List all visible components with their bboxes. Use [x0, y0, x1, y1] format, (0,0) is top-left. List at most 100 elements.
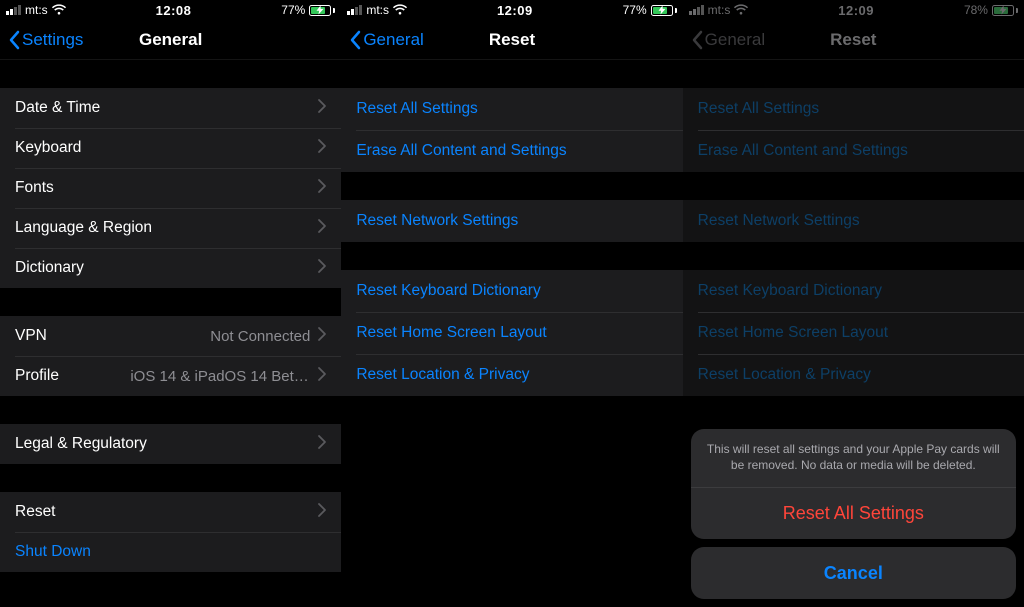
clock-time: 12:09 [497, 3, 533, 18]
row-label: Fonts [15, 179, 318, 197]
group-spacer [341, 60, 682, 88]
row-label: Keyboard [15, 139, 318, 157]
chevron-left-icon [8, 30, 20, 50]
status-bar: mt:s 12:08 77% [0, 0, 341, 20]
wifi-icon [393, 5, 407, 15]
chevron-right-icon [318, 99, 326, 118]
row-legal[interactable]: Legal & Regulatory [0, 424, 341, 464]
battery-percent: 77% [623, 3, 647, 17]
row-language[interactable]: Language & Region [0, 208, 341, 248]
reset-section-1: Reset Network Settings [341, 200, 682, 242]
reset-option: Reset All Settings [683, 88, 1024, 130]
row-label: Legal & Regulatory [15, 435, 318, 453]
reset-section-0: Reset All SettingsErase All Content and … [683, 88, 1024, 172]
chevron-right-icon [318, 219, 326, 238]
reset-section-2: Reset Keyboard DictionaryReset Home Scre… [341, 270, 682, 396]
group-legal: Legal & Regulatory [0, 424, 341, 464]
carrier-label: mt:s [25, 3, 48, 17]
battery-percent: 78% [964, 3, 988, 17]
reset-option[interactable]: Reset Network Settings [341, 200, 682, 242]
chevron-right-icon [318, 259, 326, 278]
reset-section-0: Reset All SettingsErase All Content and … [341, 88, 682, 172]
reset-option[interactable]: Reset All Settings [341, 88, 682, 130]
back-label: Settings [22, 30, 83, 50]
row-shutdown[interactable]: Shut Down [0, 532, 341, 572]
reset-all-settings-button[interactable]: Reset All Settings [691, 487, 1016, 539]
reset-section-1: Reset Network Settings [683, 200, 1024, 242]
clock-time: 12:09 [838, 3, 874, 18]
cellular-signal-icon [689, 5, 704, 15]
row-date-time[interactable]: Date & Time [0, 88, 341, 128]
row-dictionary[interactable]: Dictionary [0, 248, 341, 288]
group-spacer [683, 172, 1024, 200]
reset-option: Erase All Content and Settings [683, 130, 1024, 172]
battery-icon [309, 5, 335, 16]
back-button[interactable]: General [349, 30, 423, 50]
row-label: Shut Down [15, 543, 326, 561]
panel-reset: mt:s 12:09 77% General Reset Reset All S… [341, 0, 682, 607]
group-spacer [0, 60, 341, 88]
nav-bar: General Reset [341, 20, 682, 60]
row-label: Language & Region [15, 219, 318, 237]
nav-bar: General Reset [683, 20, 1024, 60]
back-button[interactable]: Settings [8, 30, 83, 50]
group-reset: Reset Shut Down [0, 492, 341, 572]
group-spacer [0, 288, 341, 316]
status-bar: mt:s 12:09 78% [683, 0, 1024, 20]
row-label: Reset [15, 503, 318, 521]
row-label: VPN [15, 327, 210, 345]
wifi-icon [734, 5, 748, 15]
group-vpn-profile: VPNNot ConnectedProfileiOS 14 & iPadOS 1… [0, 316, 341, 396]
group-spacer [683, 60, 1024, 88]
group-spacer [0, 396, 341, 424]
cellular-signal-icon [347, 5, 362, 15]
group-spacer [341, 172, 682, 200]
reset-section-2: Reset Keyboard DictionaryReset Home Scre… [683, 270, 1024, 396]
carrier-label: mt:s [708, 3, 731, 17]
carrier-label: mt:s [366, 3, 389, 17]
panel-general: mt:s 12:08 77% Settings General [0, 0, 341, 607]
back-label: General [705, 30, 765, 50]
cellular-signal-icon [6, 5, 21, 15]
action-sheet-message: This will reset all settings and your Ap… [691, 429, 1016, 487]
row-vpn[interactable]: VPNNot Connected [0, 316, 341, 356]
chevron-right-icon [318, 503, 326, 522]
reset-option: Reset Location & Privacy [683, 354, 1024, 396]
panel-reset-confirm: mt:s 12:09 78% General Reset Reset All S… [683, 0, 1024, 607]
row-keyboard[interactable]: Keyboard [0, 128, 341, 168]
chevron-right-icon [318, 327, 326, 346]
battery-icon [992, 5, 1018, 16]
row-detail: Not Connected [210, 328, 310, 345]
reset-option[interactable]: Reset Location & Privacy [341, 354, 682, 396]
reset-option: Reset Home Screen Layout [683, 312, 1024, 354]
group-spacer [0, 464, 341, 492]
reset-option[interactable]: Reset Home Screen Layout [341, 312, 682, 354]
chevron-right-icon [318, 139, 326, 158]
wifi-icon [52, 5, 66, 15]
action-sheet-main: This will reset all settings and your Ap… [691, 429, 1016, 539]
chevron-right-icon [318, 367, 326, 386]
group-spacer [683, 242, 1024, 270]
triptych: mt:s 12:08 77% Settings General [0, 0, 1024, 607]
reset-option[interactable]: Reset Keyboard Dictionary [341, 270, 682, 312]
group-spacer [341, 242, 682, 270]
reset-option: Reset Keyboard Dictionary [683, 270, 1024, 312]
chevron-right-icon [318, 179, 326, 198]
cancel-button[interactable]: Cancel [691, 547, 1016, 599]
reset-option: Reset Network Settings [683, 200, 1024, 242]
back-label: General [363, 30, 423, 50]
row-reset[interactable]: Reset [0, 492, 341, 532]
reset-option[interactable]: Erase All Content and Settings [341, 130, 682, 172]
row-fonts[interactable]: Fonts [0, 168, 341, 208]
status-bar: mt:s 12:09 77% [341, 0, 682, 20]
row-label: Date & Time [15, 99, 318, 117]
group-date-keyboard: Date & Time Keyboard Fonts Language & Regio… [0, 88, 341, 288]
row-label: Profile [15, 367, 130, 385]
chevron-left-icon [691, 30, 703, 50]
chevron-left-icon [349, 30, 361, 50]
battery-icon [651, 5, 677, 16]
chevron-right-icon [318, 435, 326, 454]
action-sheet: This will reset all settings and your Ap… [691, 429, 1016, 599]
row-detail: iOS 14 & iPadOS 14 Beta Softwar… [130, 368, 310, 385]
row-profile[interactable]: ProfileiOS 14 & iPadOS 14 Beta Softwar… [0, 356, 341, 396]
